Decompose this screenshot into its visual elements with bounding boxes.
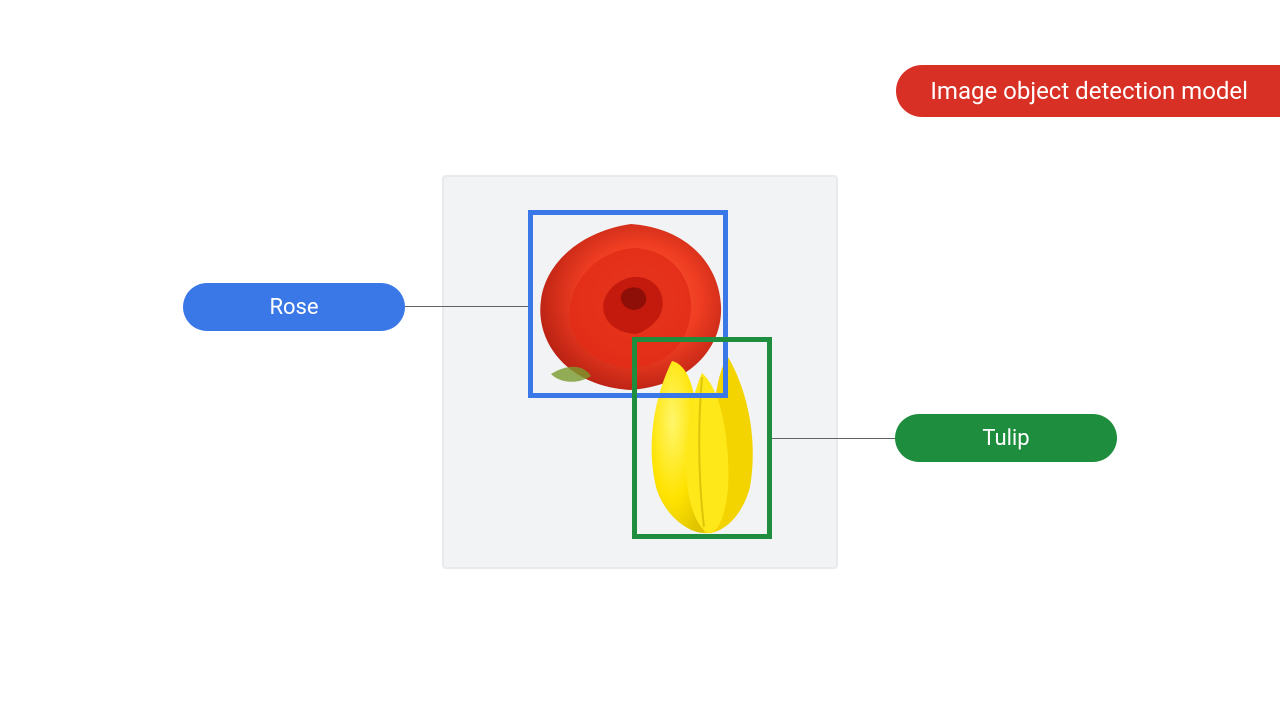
label-text-rose: Rose [269, 295, 318, 320]
label-pill-tulip: Tulip [895, 414, 1117, 462]
connector-tulip [772, 438, 895, 439]
label-pill-rose: Rose [183, 283, 405, 331]
title-text: Image object detection model [930, 77, 1248, 105]
title-chip: Image object detection model [896, 65, 1280, 117]
bbox-tulip [632, 337, 772, 539]
label-text-tulip: Tulip [982, 426, 1029, 451]
connector-rose [405, 306, 528, 307]
